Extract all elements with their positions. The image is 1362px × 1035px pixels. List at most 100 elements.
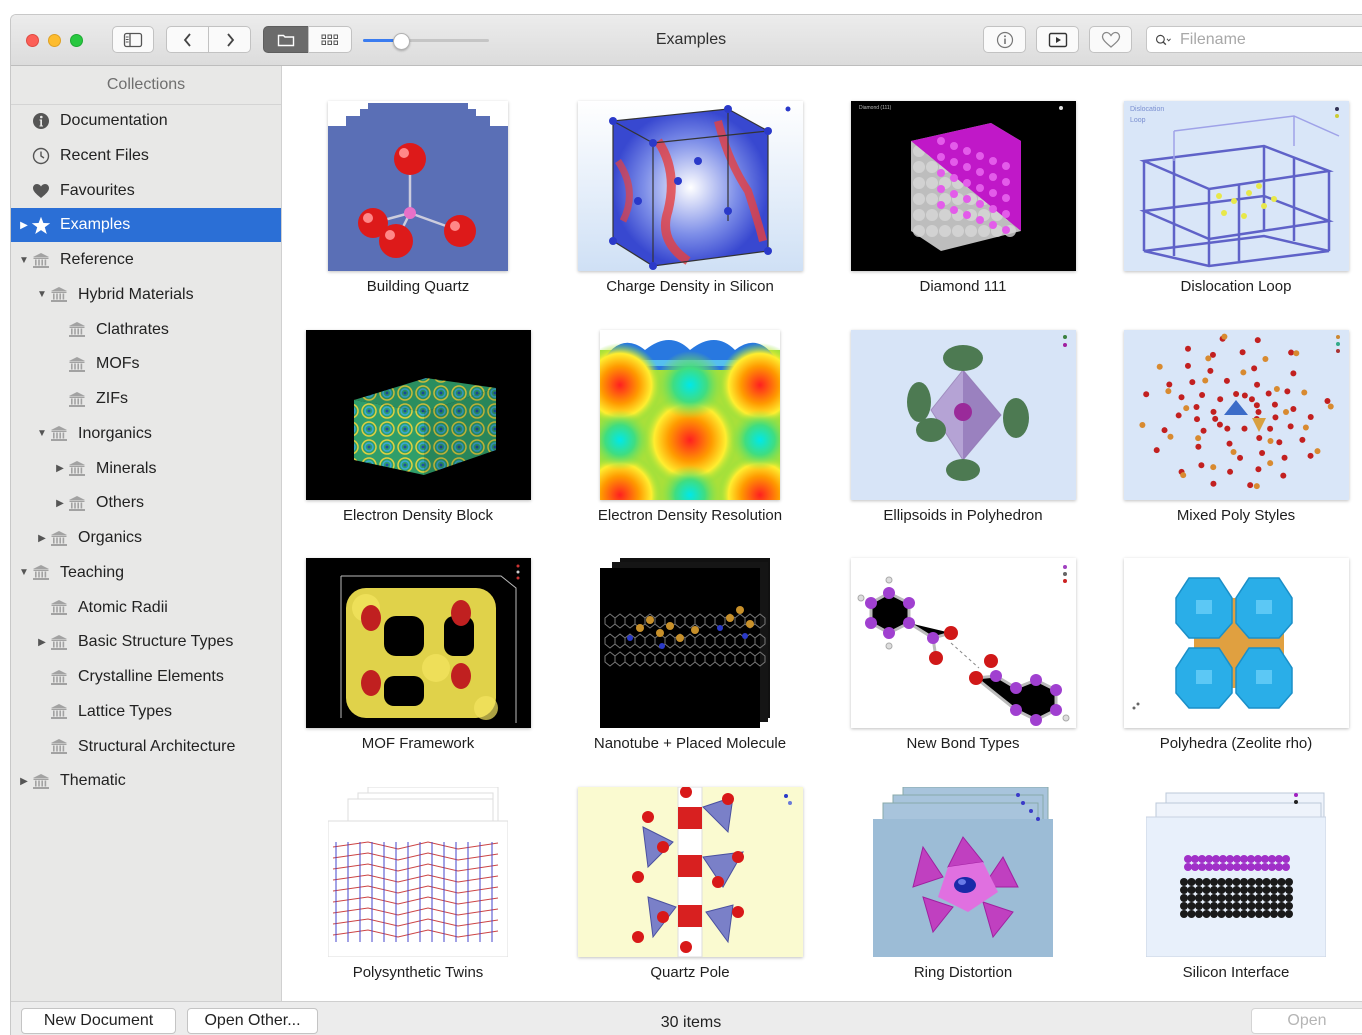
example-caption[interactable]: Silicon Interface (1106, 964, 1362, 981)
slider-handle[interactable] (392, 33, 410, 50)
sidebar-item-inorganics[interactable]: ▼ Inorganics (11, 417, 281, 451)
sidebar-item-label: MOFs (96, 355, 140, 373)
sidebar-item-others[interactable]: ▶ Others (11, 486, 281, 520)
example-thumbnail-silicon-interface[interactable] (1145, 787, 1327, 958)
sidebar-item-lattice-types[interactable]: Lattice Types (11, 695, 281, 729)
zoom-window-button[interactable] (70, 34, 83, 47)
example-thumbnail-polysynthetic-twins[interactable] (327, 786, 509, 958)
close-window-button[interactable] (26, 34, 39, 47)
sidebar-item-mofs[interactable]: MOFs (11, 347, 281, 381)
grid-view-button[interactable] (308, 26, 352, 53)
example-thumbnail-electron-density-resolution[interactable] (578, 330, 802, 537)
example-thumbnail-mof-framework[interactable] (305, 558, 531, 728)
example-thumbnail-building-quartz[interactable] (328, 101, 508, 271)
sidebar-item-reference[interactable]: ▼ Reference (11, 243, 281, 277)
example-caption[interactable]: New Bond Types (833, 735, 1093, 752)
example-thumbnail-nanotube-placed-molecule[interactable] (600, 558, 780, 728)
sidebar-item-basic-structure-types[interactable]: ▶ Basic Structure Types (11, 625, 281, 659)
example-thumbnail-diamond-111[interactable]: Diamond (111) (850, 101, 1076, 271)
example-thumbnail-dislocation-loop[interactable]: Dislocation Loop (1123, 101, 1349, 271)
sidebar-item-minerals[interactable]: ▶ Minerals (11, 452, 281, 486)
example-caption[interactable]: MOF Framework (288, 735, 548, 752)
example-caption[interactable]: Polyhedra (Zeolite rho) (1106, 735, 1362, 752)
example-caption[interactable]: Dislocation Loop (1106, 278, 1362, 295)
new-document-button[interactable]: New Document (21, 1008, 176, 1034)
sidebar-item-teaching[interactable]: ▼ Teaching (11, 556, 281, 590)
example-caption[interactable]: Ellipsoids in Polyhedron (833, 507, 1093, 524)
disclosure-collapsed-icon[interactable]: ▶ (53, 463, 67, 474)
favourite-button[interactable] (1089, 26, 1132, 53)
sidebar-item-recent-files[interactable]: Recent Files (11, 139, 281, 173)
sidebar-item-thematic[interactable]: ▶ Thematic (11, 764, 281, 798)
library-icon (67, 356, 87, 373)
sidebar-item-crystalline-elements[interactable]: Crystalline Elements (11, 660, 281, 694)
library-icon (31, 564, 51, 581)
disclosure-collapsed-icon[interactable]: ▶ (53, 498, 67, 509)
back-button[interactable] (166, 26, 209, 53)
slideshow-button[interactable] (1036, 26, 1079, 53)
example-thumbnail-ring-distortion[interactable] (873, 786, 1053, 957)
info-button[interactable] (983, 26, 1026, 53)
example-thumbnail-quartz-pole[interactable] (577, 786, 803, 958)
example-thumbnail-polyhedra-zeolite-rho[interactable] (1123, 558, 1349, 728)
library-icon (49, 738, 69, 755)
sidebar-item-atomic-radii[interactable]: Atomic Radii (11, 591, 281, 625)
example-thumbnail-charge-density-in-silicon[interactable] (577, 101, 803, 271)
heart-icon (31, 183, 51, 199)
sidebar-item-label: Structural Architecture (78, 737, 236, 755)
sidebar-header: Collections (11, 66, 281, 105)
sidebar-item-organics[interactable]: ▶ Organics (11, 521, 281, 555)
example-caption[interactable]: Ring Distortion (833, 964, 1093, 981)
example-caption[interactable]: Building Quartz (288, 278, 548, 295)
folder-view-button[interactable] (263, 26, 309, 53)
search-icon (1155, 34, 1171, 45)
sidebar-item-favourites[interactable]: Favourites (11, 174, 281, 208)
disclosure-expanded-icon[interactable]: ▼ (17, 567, 31, 578)
disclosure-collapsed-icon[interactable]: ▶ (35, 533, 49, 544)
sidebar-item-clathrates[interactable]: Clathrates (11, 313, 281, 347)
diamond-thumbnail-label: Diamond (111) (859, 105, 892, 111)
sidebar-item-label: Favourites (60, 181, 135, 199)
library-icon (49, 703, 69, 720)
window-title: Examples (655, 31, 727, 48)
disclosure-collapsed-icon[interactable]: ▶ (35, 637, 49, 648)
search-field[interactable] (1146, 26, 1362, 53)
example-caption[interactable]: Polysynthetic Twins (288, 964, 548, 981)
disclosure-expanded-icon[interactable]: ▼ (17, 255, 31, 266)
example-thumbnail-electron-density-block[interactable] (305, 330, 531, 500)
sidebar-item-label: Clathrates (96, 320, 169, 338)
example-caption[interactable]: Charge Density in Silicon (560, 278, 820, 295)
sidebar-item-hybrid-materials[interactable]: ▼ Hybrid Materials (11, 278, 281, 312)
sidebar-item-label: Teaching (60, 563, 125, 581)
toggle-sidebar-button[interactable] (112, 26, 154, 53)
example-caption[interactable]: Electron Density Block (288, 507, 548, 524)
example-thumbnail-mixed-poly-styles[interactable] (1123, 330, 1349, 500)
minimize-window-button[interactable] (48, 34, 61, 47)
sidebar-item-structural-architecture[interactable]: Structural Architecture (11, 730, 281, 764)
disclosure-expanded-icon[interactable]: ▼ (35, 289, 49, 300)
example-caption[interactable]: Electron Density Resolution (560, 507, 820, 524)
open-button[interactable]: Open (1251, 1008, 1362, 1034)
example-thumbnail-ellipsoids-in-polyhedron[interactable] (850, 330, 1076, 500)
bottom-bar: New Document Open Other... 30 items Open (11, 1001, 1362, 1035)
chevron-right-icon (226, 32, 234, 47)
sidebar-item-documentation[interactable]: Documentation (11, 104, 281, 138)
disclosure-collapsed-icon[interactable]: ▶ (17, 776, 31, 787)
chevron-left-icon (183, 32, 191, 47)
example-caption[interactable]: Quartz Pole (560, 964, 820, 981)
sidebar-item-examples[interactable]: ▶ Examples (11, 208, 281, 243)
example-thumbnail-new-bond-types[interactable] (850, 558, 1076, 728)
example-caption[interactable]: Diamond 111 (833, 278, 1093, 295)
open-other-button[interactable]: Open Other... (187, 1008, 318, 1034)
collections-sidebar: Collections Documentation Recent Files Fav… (11, 66, 282, 1001)
disclosure-expanded-icon[interactable]: ▼ (35, 428, 49, 439)
search-input[interactable] (1178, 29, 1362, 50)
forward-button[interactable] (208, 26, 251, 53)
example-caption[interactable]: Mixed Poly Styles (1106, 507, 1362, 524)
thumbnail-size-slider[interactable] (363, 39, 489, 42)
example-caption[interactable]: Nanotube + Placed Molecule (560, 735, 820, 752)
library-icon (31, 773, 51, 790)
sidebar-item-label: Minerals (96, 459, 157, 477)
disclosure-collapsed-icon[interactable]: ▶ (17, 220, 31, 231)
sidebar-item-zifs[interactable]: ZIFs (11, 382, 281, 416)
